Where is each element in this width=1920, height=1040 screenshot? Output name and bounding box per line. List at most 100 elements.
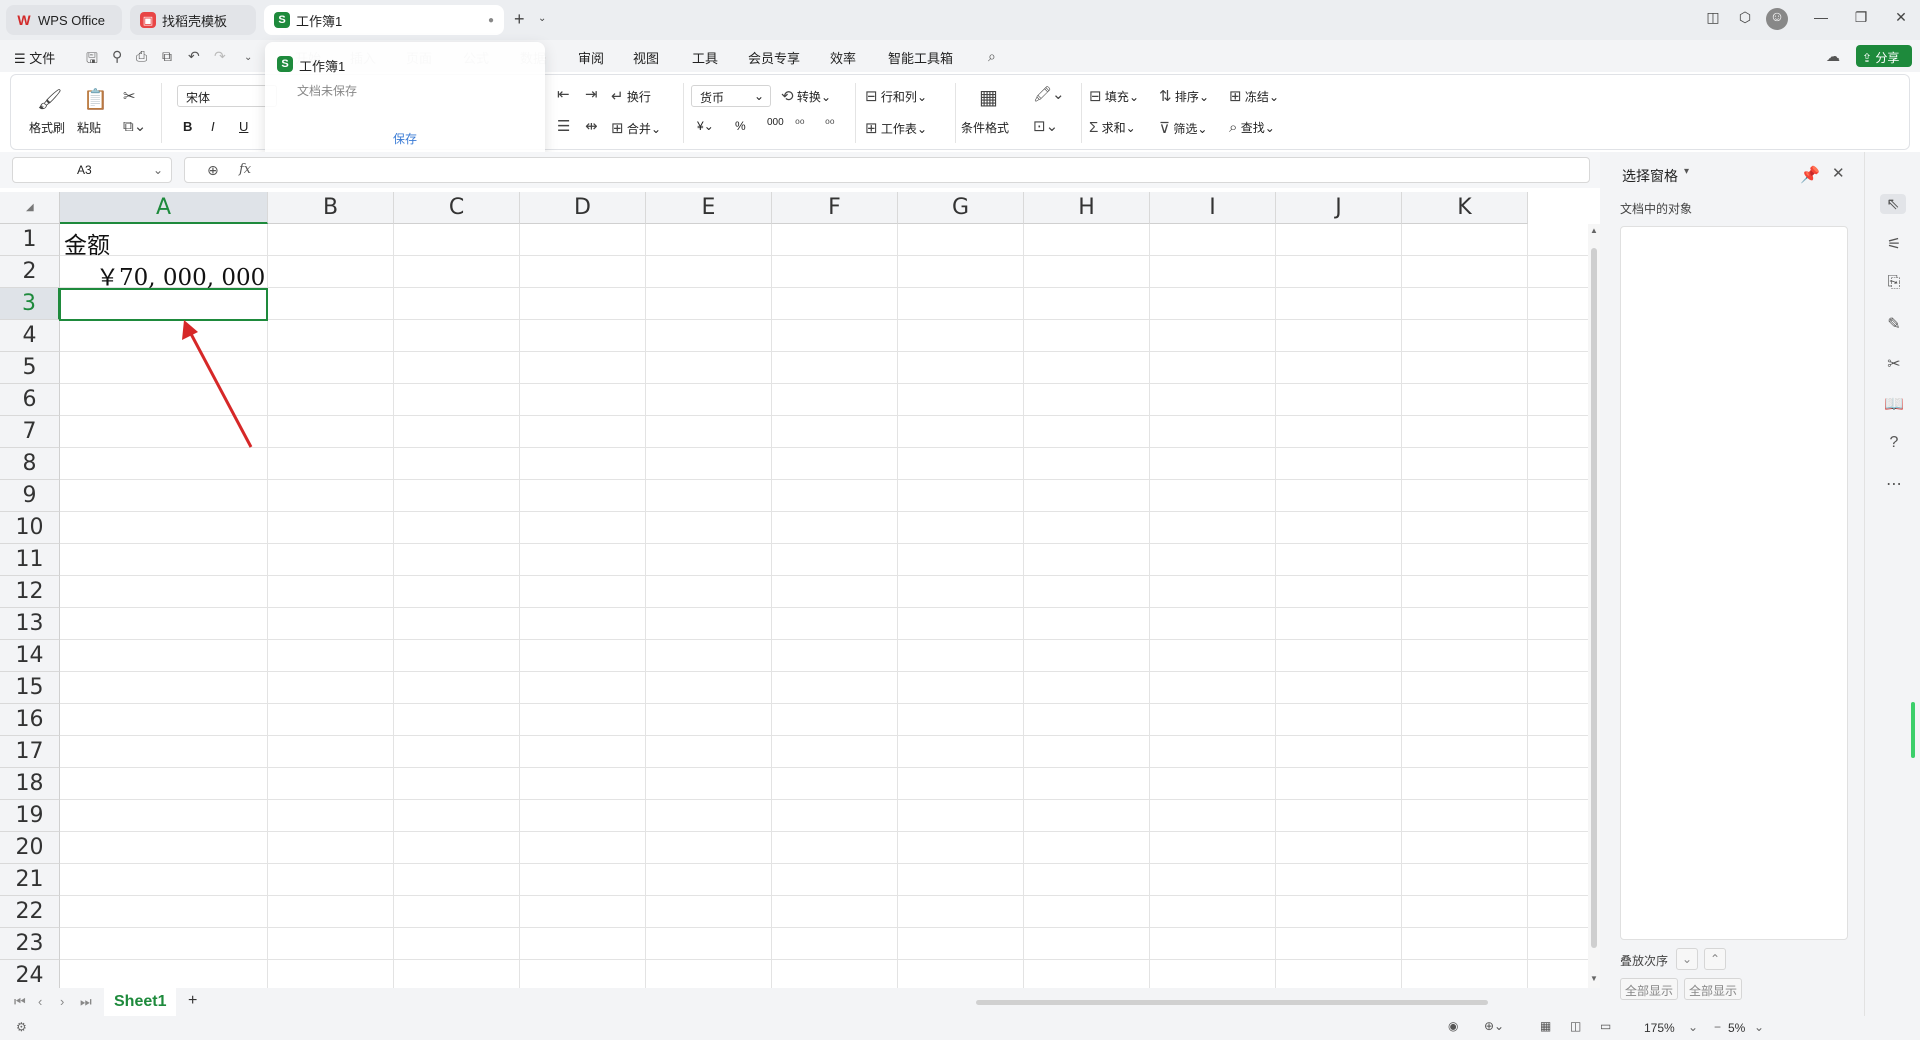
pin-icon[interactable]: 📌 xyxy=(1800,165,1820,185)
zoom-out-icon[interactable]: − xyxy=(1714,1020,1721,1034)
tab-list-chevron-icon[interactable]: ⌄ xyxy=(538,13,546,24)
minimize-icon[interactable]: — xyxy=(1810,9,1832,25)
number-format-select[interactable]: 货币 ⌄ xyxy=(691,85,771,107)
fill-button[interactable]: ⊟ 填充⌄ xyxy=(1089,87,1139,105)
prev-sheet-icon[interactable]: ‹ xyxy=(38,994,42,1009)
help-icon[interactable]: ? xyxy=(1883,434,1905,452)
tools-icon[interactable]: ✂ xyxy=(1883,354,1905,374)
currency-button[interactable]: ¥⌄ xyxy=(697,119,714,133)
tab-docer-templates[interactable]: ▣ 找稻壳模板 xyxy=(130,5,256,35)
comment-icon[interactable]: ⎘ xyxy=(1883,274,1905,292)
page-break-view-icon[interactable]: ▭ xyxy=(1600,1019,1611,1033)
spreadsheet-grid[interactable]: ◢ ABCDEFGHIJK 1 2 3 4 5 6 7 8 9 10 11 12 13 14 15 16 17 1… xyxy=(0,192,1600,988)
undo-icon[interactable]: ↶ xyxy=(188,48,200,65)
paste-icon[interactable]: 📋 xyxy=(83,87,108,112)
close-icon[interactable]: ✕ xyxy=(1832,164,1845,182)
settings-sliders-icon[interactable]: ⚟ xyxy=(1883,234,1905,254)
sum-button[interactable]: Σ 求和⌄ xyxy=(1089,119,1136,136)
tab-workbook1[interactable]: S 工作簿1 ● xyxy=(264,5,504,35)
new-tab-plus-icon[interactable]: + xyxy=(514,9,525,30)
search-doc-icon[interactable]: ⚲ xyxy=(112,48,122,65)
print-preview-icon[interactable]: ⧉ xyxy=(162,48,172,65)
zoom-step[interactable]: 5% xyxy=(1728,1021,1745,1035)
cloud-icon[interactable]: ☁ xyxy=(1826,48,1840,65)
layout-icon[interactable]: ◫ xyxy=(1702,9,1724,26)
freeze-button[interactable]: ⊞ 冻结⌄ xyxy=(1229,87,1279,105)
avatar[interactable]: ☺ xyxy=(1766,8,1788,30)
merge-button[interactable]: ⊞ 合并⌄ xyxy=(611,119,661,137)
worksheet-button[interactable]: ⊞ 工作表⌄ xyxy=(865,119,927,137)
book-icon[interactable]: 📖 xyxy=(1883,394,1905,414)
hide-all-button[interactable]: 全部显示 xyxy=(1684,978,1743,1000)
normal-view-icon[interactable]: ▦ xyxy=(1540,1019,1551,1033)
redo-icon[interactable]: ↷ xyxy=(214,48,226,65)
sheet-tab-sheet1[interactable]: Sheet1 xyxy=(104,988,177,1016)
tab-wps-office[interactable]: W WPS Office xyxy=(6,5,122,35)
chart-edit-icon[interactable]: ✎ xyxy=(1883,314,1905,334)
last-sheet-icon[interactable]: ⏭ xyxy=(80,994,92,1010)
indent-increase-icon[interactable]: ⇥ xyxy=(585,85,598,103)
name-box[interactable]: A3 ⌄ xyxy=(12,157,172,183)
zoom-formula-icon[interactable]: ⊕ xyxy=(207,162,219,179)
search-icon[interactable]: ⌕ xyxy=(988,48,996,65)
cube-icon[interactable]: ⬡ xyxy=(1734,9,1756,26)
zoom-chevron-icon[interactable]: ⌄ xyxy=(1688,1020,1698,1034)
percent-button[interactable]: % xyxy=(735,119,746,133)
select-pointer-icon[interactable]: ⇖ xyxy=(1880,194,1906,214)
show-all-button[interactable]: 全部显示 xyxy=(1620,978,1679,1000)
popup-save-button[interactable]: 保存 xyxy=(393,130,417,147)
scroll-down-icon[interactable]: ▼ xyxy=(1590,974,1598,983)
more-icon[interactable]: ⋯ xyxy=(1883,474,1905,494)
menu-smart-toolbox[interactable]: 智能工具箱 xyxy=(888,48,953,67)
bold-button[interactable]: B xyxy=(183,119,192,134)
format-painter-button[interactable]: 格式刷 xyxy=(29,119,65,136)
find-button[interactable]: ⌕ 查找⌄ xyxy=(1229,119,1275,136)
page-view-icon[interactable]: ◫ xyxy=(1570,1019,1581,1033)
decimal-increase-icon[interactable]: ⁰⁰ xyxy=(795,117,805,131)
menu-tools[interactable]: 工具 xyxy=(692,48,718,67)
menu-efficiency[interactable]: 效率 xyxy=(830,48,856,67)
indent-decrease-icon[interactable]: ⇤ xyxy=(557,85,570,103)
macro-icon[interactable]: ⚙ xyxy=(16,1020,27,1034)
next-sheet-icon[interactable]: › xyxy=(60,994,64,1009)
cut-icon[interactable]: ✂ xyxy=(123,87,136,105)
scroll-up-icon[interactable]: ▲ xyxy=(1590,226,1598,235)
unsaved-dot-icon[interactable]: ● xyxy=(488,15,494,26)
selection-pane-title[interactable]: 选择窗格 xyxy=(1622,166,1678,186)
menu-member[interactable]: 会员专享 xyxy=(748,48,800,67)
move-down-button[interactable]: ⌄ xyxy=(1676,948,1698,970)
save-icon[interactable]: 🖫 xyxy=(86,48,98,72)
underline-button[interactable]: U xyxy=(239,119,248,134)
italic-button[interactable]: I xyxy=(211,119,215,134)
first-sheet-icon[interactable]: ⏮ xyxy=(14,994,26,1010)
move-up-button[interactable]: ⌃ xyxy=(1704,948,1726,970)
horizontal-scroll-thumb[interactable] xyxy=(976,1000,1488,1005)
wrap-text-button[interactable]: ↵ 换行 xyxy=(611,87,651,105)
chevron-down-icon[interactable]: ▾ xyxy=(1684,166,1689,177)
cond-format-icon[interactable]: ▦ xyxy=(979,85,998,110)
quick-access-chevron-icon[interactable]: ⌄ xyxy=(244,52,252,63)
print-icon[interactable]: ⎙ xyxy=(136,48,147,65)
eye-protect-icon[interactable]: ◉ xyxy=(1448,1019,1458,1033)
sort-button[interactable]: ⇅ 排序⌄ xyxy=(1159,87,1209,105)
vertical-scroll-thumb[interactable] xyxy=(1591,248,1597,948)
copy-icon[interactable]: ⧉⌄ xyxy=(123,117,146,135)
rows-cols-button[interactable]: ⊟ 行和列⌄ xyxy=(865,87,927,105)
add-sheet-button[interactable]: + xyxy=(188,992,197,1010)
menu-review[interactable]: 审阅 xyxy=(578,48,604,67)
zoom-step-chevron-icon[interactable]: ⌄ xyxy=(1754,1020,1764,1034)
vertical-scrollbar[interactable]: ▲ ▼ xyxy=(1588,224,1600,988)
restore-icon[interactable]: ❐ xyxy=(1850,9,1872,26)
font-name-select[interactable]: 宋体 xyxy=(177,85,277,107)
format-painter-icon[interactable]: 🖌 xyxy=(37,87,62,112)
formula-input[interactable]: ⊕ fx xyxy=(184,157,1590,183)
zoom-level[interactable]: 175% xyxy=(1644,1021,1675,1035)
align-justify-icon[interactable]: ☰ xyxy=(557,117,570,135)
distributed-icon[interactable]: ⇹ xyxy=(585,117,598,135)
locate-icon[interactable]: ⊕⌄ xyxy=(1484,1019,1504,1033)
thousands-button[interactable]: 000 xyxy=(767,117,784,128)
border-style-icon[interactable]: ⊡⌄ xyxy=(1033,117,1058,135)
fx-icon[interactable]: fx xyxy=(239,162,251,177)
cond-format-button[interactable]: 条件格式 xyxy=(961,119,1009,136)
object-list[interactable] xyxy=(1620,226,1848,940)
